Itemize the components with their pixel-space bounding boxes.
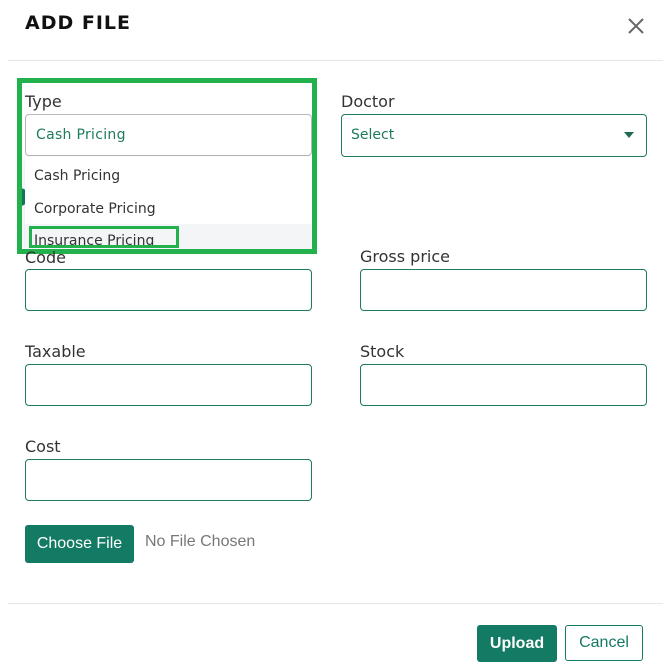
doctor-select-value: Select [351, 127, 395, 143]
gross-price-label: Gross price [360, 247, 450, 266]
close-icon[interactable] [622, 12, 650, 40]
stock-field[interactable] [360, 364, 647, 406]
type-option-insurance-pricing[interactable]: Insurance Pricing [25, 224, 312, 249]
chevron-down-icon [624, 132, 634, 138]
type-option-corporate-pricing[interactable]: Corporate Pricing [25, 192, 312, 224]
cost-field[interactable] [25, 459, 312, 501]
type-option-cash-pricing[interactable]: Cash Pricing [25, 159, 312, 191]
upload-button[interactable]: Upload [477, 625, 557, 662]
type-label: Type [25, 92, 62, 111]
code-label: Code [25, 248, 66, 267]
header-divider [8, 60, 663, 61]
doctor-label: Doctor [341, 92, 395, 111]
code-field[interactable] [25, 269, 312, 311]
stock-label: Stock [360, 342, 405, 361]
gross-price-field[interactable] [360, 269, 647, 311]
file-status-text: No File Chosen [145, 533, 256, 550]
cost-label: Cost [25, 437, 61, 456]
footer-divider [8, 603, 663, 604]
cancel-button[interactable]: Cancel [565, 625, 643, 661]
doctor-select[interactable]: Select [341, 114, 647, 157]
dialog-title: ADD FILE [25, 12, 131, 34]
type-dropdown-list: Cash Pricing Corporate Pricing Insurance… [25, 157, 312, 249]
choose-file-button[interactable]: Choose File [25, 525, 134, 563]
type-select-input[interactable]: Cash Pricing [25, 114, 312, 156]
taxable-label: Taxable [25, 342, 86, 361]
taxable-field[interactable] [25, 364, 312, 406]
add-file-dialog: ADD FILE Type Cash Pricing Cash Pricing … [0, 0, 668, 665]
